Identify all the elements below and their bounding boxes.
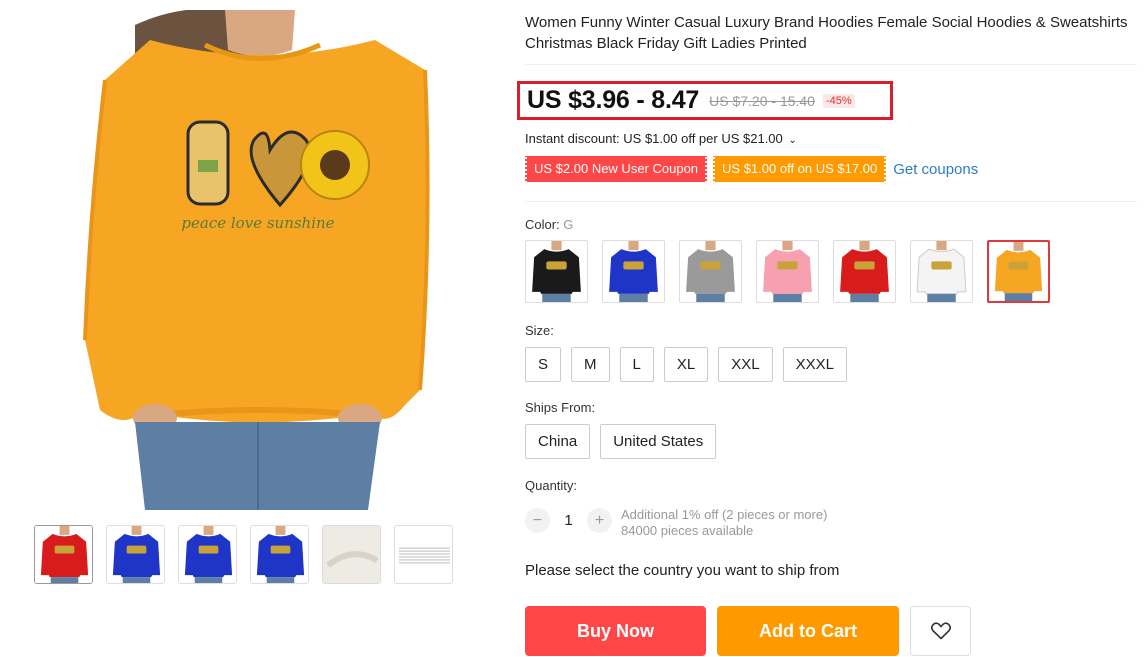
sweatshirt-image: peace love sunshine: [83, 10, 430, 510]
thumbnail-2[interactable]: [106, 525, 165, 584]
thumbnail-4[interactable]: [250, 525, 309, 584]
main-product-image[interactable]: peace love sunshine: [30, 10, 500, 510]
thumbnail-6[interactable]: [394, 525, 453, 584]
thumbnail-5[interactable]: [322, 525, 381, 584]
decrease-quantity-button[interactable]: −: [525, 508, 550, 533]
swatch-image: [834, 241, 895, 302]
ships-from-option[interactable]: United States: [600, 424, 717, 459]
blue-shirt-thumbnail: [107, 526, 164, 583]
bulk-discount-text: Additional 1% off (2 pieces or more): [621, 507, 828, 522]
color-swatch-5[interactable]: [833, 240, 896, 303]
thumbnail-3[interactable]: [178, 525, 237, 584]
size-option[interactable]: XXXL: [782, 347, 847, 382]
size-options: S M L XL XXL XXXL: [525, 347, 847, 382]
divider: [525, 201, 1137, 202]
swatch-image: [989, 242, 1048, 301]
color-swatch-4[interactable]: [756, 240, 819, 303]
chevron-down-icon: ⌄: [788, 135, 797, 146]
size-option[interactable]: L: [619, 347, 654, 382]
thumbnail-1[interactable]: [34, 525, 93, 584]
fabric-detail-thumbnail: [323, 526, 380, 583]
get-coupons-link[interactable]: Get coupons: [893, 161, 978, 178]
color-swatch-1[interactable]: [525, 240, 588, 303]
buy-now-button[interactable]: Buy Now: [525, 606, 706, 656]
size-chart-thumbnail: [398, 547, 451, 564]
size-label: Size:: [525, 323, 554, 338]
selected-color-value: G: [563, 217, 574, 232]
original-price: US $7.20 - 15.40: [709, 92, 815, 109]
multi-color-thumbnail: [35, 526, 92, 583]
color-swatch-7[interactable]: [987, 240, 1050, 303]
quantity-label: Quantity:: [525, 478, 578, 493]
ships-from-label: Ships From:: [525, 400, 596, 415]
store-coupon[interactable]: US $1.00 off on US $17.00: [713, 156, 887, 182]
ship-country-notice: Please select the country you want to sh…: [525, 562, 840, 579]
divider: [525, 64, 1137, 65]
wishlist-button[interactable]: [910, 606, 971, 656]
instant-discount-text: Instant discount: US $1.00 off per US $2…: [525, 131, 783, 146]
color-swatch-6[interactable]: [910, 240, 973, 303]
current-price: US $3.96 - 8.47: [527, 86, 700, 114]
swatch-image: [603, 241, 664, 302]
heart-icon: [930, 622, 951, 640]
size-option[interactable]: XL: [663, 347, 709, 382]
product-title: Women Funny Winter Casual Luxury Brand H…: [525, 14, 1128, 52]
color-swatches: [525, 240, 1050, 303]
instant-discount[interactable]: Instant discount: US $1.00 off per US $2…: [525, 131, 797, 146]
blue-shirt-back-thumbnail: [179, 526, 236, 583]
price-box: US $3.96 - 8.47 US $7.20 - 15.40 -45%: [517, 81, 893, 120]
color-swatch-2[interactable]: [602, 240, 665, 303]
size-option[interactable]: M: [571, 347, 610, 382]
quantity-info: Additional 1% off (2 pieces or more) 840…: [621, 507, 827, 539]
discount-badge: -45%: [822, 93, 855, 108]
swatch-image: [911, 241, 972, 302]
thumbnail-strip: [34, 525, 453, 584]
color-swatch-3[interactable]: [679, 240, 742, 303]
swatch-image: [680, 241, 741, 302]
shirt-print-text: peace love sunshine: [181, 214, 334, 232]
increase-quantity-button[interactable]: +: [587, 508, 612, 533]
ships-from-options: China United States: [525, 424, 717, 459]
size-option[interactable]: XXL: [718, 347, 773, 382]
size-option[interactable]: S: [525, 347, 562, 382]
stock-available-text: 84000 pieces available: [621, 523, 754, 538]
ships-from-option[interactable]: China: [525, 424, 591, 459]
quantity-value[interactable]: 1: [550, 512, 587, 529]
swatch-image: [757, 241, 818, 302]
new-user-coupon[interactable]: US $2.00 New User Coupon: [525, 156, 708, 182]
color-label: Color: G: [525, 217, 573, 232]
blue-shirt-worn-thumbnail: [251, 526, 308, 583]
coupon-row: US $2.00 New User Coupon US $1.00 off on…: [525, 156, 978, 182]
swatch-image: [526, 241, 587, 302]
quantity-stepper: − 1 +: [525, 508, 612, 533]
color-label-text: Color:: [525, 217, 564, 232]
add-to-cart-button[interactable]: Add to Cart: [717, 606, 899, 656]
